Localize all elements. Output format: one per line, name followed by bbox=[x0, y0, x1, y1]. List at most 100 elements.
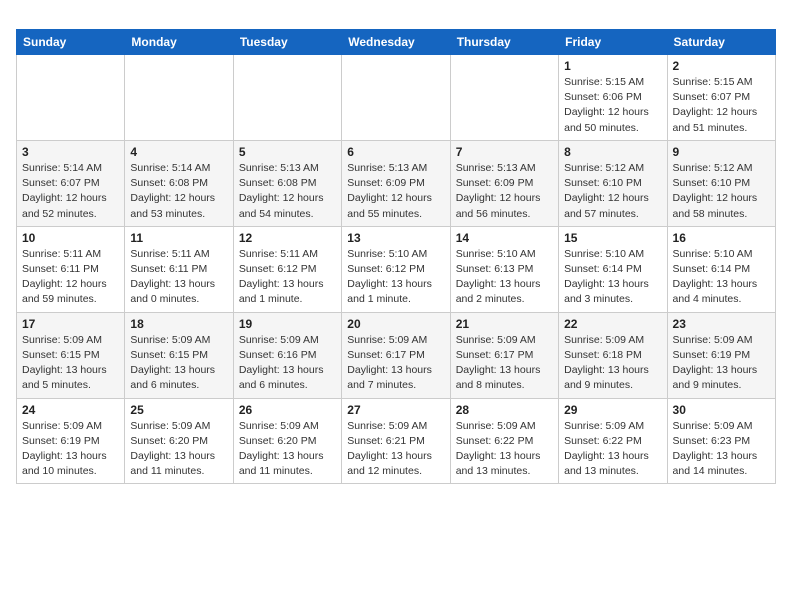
calendar-cell: 14 Sunrise: 5:10 AM Sunset: 6:13 PM Dayli… bbox=[450, 226, 558, 312]
day-number: 13 bbox=[347, 231, 444, 245]
page-header bbox=[16, 16, 776, 21]
day-number: 5 bbox=[239, 145, 336, 159]
day-number: 22 bbox=[564, 317, 661, 331]
weekday-header-row: SundayMondayTuesdayWednesdayThursdayFrid… bbox=[17, 30, 776, 55]
calendar-cell: 17 Sunrise: 5:09 AM Sunset: 6:15 PM Dayli… bbox=[17, 312, 125, 398]
weekday-header-cell: Thursday bbox=[450, 30, 558, 55]
day-info: Sunrise: 5:09 AM Sunset: 6:17 PM Dayligh… bbox=[347, 333, 444, 394]
calendar-cell: 11 Sunrise: 5:11 AM Sunset: 6:11 PM Dayli… bbox=[125, 226, 233, 312]
calendar-cell: 30 Sunrise: 5:09 AM Sunset: 6:23 PM Dayli… bbox=[667, 398, 775, 484]
calendar-cell bbox=[342, 55, 450, 141]
day-number: 17 bbox=[22, 317, 119, 331]
calendar-cell: 23 Sunrise: 5:09 AM Sunset: 6:19 PM Dayli… bbox=[667, 312, 775, 398]
day-info: Sunrise: 5:09 AM Sunset: 6:19 PM Dayligh… bbox=[22, 419, 119, 480]
day-number: 14 bbox=[456, 231, 553, 245]
calendar-body: 1 Sunrise: 5:15 AM Sunset: 6:06 PM Daylig… bbox=[17, 55, 776, 484]
calendar-cell: 1 Sunrise: 5:15 AM Sunset: 6:06 PM Daylig… bbox=[559, 55, 667, 141]
day-info: Sunrise: 5:09 AM Sunset: 6:20 PM Dayligh… bbox=[239, 419, 336, 480]
day-number: 30 bbox=[673, 403, 770, 417]
day-number: 28 bbox=[456, 403, 553, 417]
day-number: 3 bbox=[22, 145, 119, 159]
day-info: Sunrise: 5:09 AM Sunset: 6:20 PM Dayligh… bbox=[130, 419, 227, 480]
day-number: 29 bbox=[564, 403, 661, 417]
day-number: 23 bbox=[673, 317, 770, 331]
calendar-week-row: 17 Sunrise: 5:09 AM Sunset: 6:15 PM Dayli… bbox=[17, 312, 776, 398]
calendar-cell: 6 Sunrise: 5:13 AM Sunset: 6:09 PM Daylig… bbox=[342, 140, 450, 226]
calendar-cell: 20 Sunrise: 5:09 AM Sunset: 6:17 PM Dayli… bbox=[342, 312, 450, 398]
day-number: 19 bbox=[239, 317, 336, 331]
calendar-cell: 26 Sunrise: 5:09 AM Sunset: 6:20 PM Dayli… bbox=[233, 398, 341, 484]
calendar-cell: 10 Sunrise: 5:11 AM Sunset: 6:11 PM Dayli… bbox=[17, 226, 125, 312]
weekday-header-cell: Tuesday bbox=[233, 30, 341, 55]
day-info: Sunrise: 5:11 AM Sunset: 6:11 PM Dayligh… bbox=[130, 247, 227, 308]
calendar-cell bbox=[125, 55, 233, 141]
day-info: Sunrise: 5:13 AM Sunset: 6:08 PM Dayligh… bbox=[239, 161, 336, 222]
weekday-header-cell: Sunday bbox=[17, 30, 125, 55]
day-info: Sunrise: 5:10 AM Sunset: 6:14 PM Dayligh… bbox=[564, 247, 661, 308]
weekday-header-cell: Friday bbox=[559, 30, 667, 55]
day-info: Sunrise: 5:10 AM Sunset: 6:14 PM Dayligh… bbox=[673, 247, 770, 308]
day-number: 26 bbox=[239, 403, 336, 417]
day-info: Sunrise: 5:09 AM Sunset: 6:17 PM Dayligh… bbox=[456, 333, 553, 394]
day-info: Sunrise: 5:13 AM Sunset: 6:09 PM Dayligh… bbox=[456, 161, 553, 222]
calendar-cell: 22 Sunrise: 5:09 AM Sunset: 6:18 PM Dayli… bbox=[559, 312, 667, 398]
day-number: 9 bbox=[673, 145, 770, 159]
day-info: Sunrise: 5:10 AM Sunset: 6:13 PM Dayligh… bbox=[456, 247, 553, 308]
day-number: 18 bbox=[130, 317, 227, 331]
calendar-cell: 28 Sunrise: 5:09 AM Sunset: 6:22 PM Dayli… bbox=[450, 398, 558, 484]
calendar-week-row: 24 Sunrise: 5:09 AM Sunset: 6:19 PM Dayli… bbox=[17, 398, 776, 484]
calendar-cell: 19Sunrise: 5:09 AM Sunset: 6:16 PM Dayli… bbox=[233, 312, 341, 398]
calendar-cell bbox=[17, 55, 125, 141]
day-number: 1 bbox=[564, 59, 661, 73]
calendar-week-row: 10 Sunrise: 5:11 AM Sunset: 6:11 PM Dayli… bbox=[17, 226, 776, 312]
day-info: Sunrise: 5:13 AM Sunset: 6:09 PM Dayligh… bbox=[347, 161, 444, 222]
calendar-cell: 21 Sunrise: 5:09 AM Sunset: 6:17 PM Dayli… bbox=[450, 312, 558, 398]
calendar-cell: 29 Sunrise: 5:09 AM Sunset: 6:22 PM Dayli… bbox=[559, 398, 667, 484]
day-info: Sunrise: 5:09 AM Sunset: 6:19 PM Dayligh… bbox=[673, 333, 770, 394]
day-info: Sunrise: 5:09 AM Sunset: 6:23 PM Dayligh… bbox=[673, 419, 770, 480]
day-info: Sunrise: 5:14 AM Sunset: 6:08 PM Dayligh… bbox=[130, 161, 227, 222]
calendar-cell bbox=[233, 55, 341, 141]
day-info: Sunrise: 5:11 AM Sunset: 6:12 PM Dayligh… bbox=[239, 247, 336, 308]
day-number: 8 bbox=[564, 145, 661, 159]
calendar-cell: 2Sunrise: 5:15 AM Sunset: 6:07 PM Daylig… bbox=[667, 55, 775, 141]
day-number: 4 bbox=[130, 145, 227, 159]
calendar-cell: 15 Sunrise: 5:10 AM Sunset: 6:14 PM Dayli… bbox=[559, 226, 667, 312]
day-info: Sunrise: 5:14 AM Sunset: 6:07 PM Dayligh… bbox=[22, 161, 119, 222]
day-info: Sunrise: 5:15 AM Sunset: 6:06 PM Dayligh… bbox=[564, 75, 661, 136]
day-number: 15 bbox=[564, 231, 661, 245]
day-number: 6 bbox=[347, 145, 444, 159]
calendar-week-row: 1 Sunrise: 5:15 AM Sunset: 6:06 PM Daylig… bbox=[17, 55, 776, 141]
calendar-cell: 9Sunrise: 5:12 AM Sunset: 6:10 PM Daylig… bbox=[667, 140, 775, 226]
calendar-cell: 27 Sunrise: 5:09 AM Sunset: 6:21 PM Dayli… bbox=[342, 398, 450, 484]
day-info: Sunrise: 5:09 AM Sunset: 6:18 PM Dayligh… bbox=[564, 333, 661, 394]
day-number: 21 bbox=[456, 317, 553, 331]
day-number: 25 bbox=[130, 403, 227, 417]
day-number: 20 bbox=[347, 317, 444, 331]
calendar-cell: 3 Sunrise: 5:14 AM Sunset: 6:07 PM Daylig… bbox=[17, 140, 125, 226]
calendar-cell: 7Sunrise: 5:13 AM Sunset: 6:09 PM Daylig… bbox=[450, 140, 558, 226]
calendar-cell: 18 Sunrise: 5:09 AM Sunset: 6:15 PM Dayli… bbox=[125, 312, 233, 398]
day-number: 27 bbox=[347, 403, 444, 417]
day-number: 12 bbox=[239, 231, 336, 245]
calendar-table: SundayMondayTuesdayWednesdayThursdayFrid… bbox=[16, 29, 776, 484]
calendar-cell: 25 Sunrise: 5:09 AM Sunset: 6:20 PM Dayli… bbox=[125, 398, 233, 484]
weekday-header-cell: Wednesday bbox=[342, 30, 450, 55]
weekday-header-cell: Saturday bbox=[667, 30, 775, 55]
day-info: Sunrise: 5:09 AM Sunset: 6:22 PM Dayligh… bbox=[456, 419, 553, 480]
calendar-cell: 24 Sunrise: 5:09 AM Sunset: 6:19 PM Dayli… bbox=[17, 398, 125, 484]
calendar-cell: 16 Sunrise: 5:10 AM Sunset: 6:14 PM Dayli… bbox=[667, 226, 775, 312]
calendar-cell: 13Sunrise: 5:10 AM Sunset: 6:12 PM Dayli… bbox=[342, 226, 450, 312]
day-info: Sunrise: 5:09 AM Sunset: 6:15 PM Dayligh… bbox=[130, 333, 227, 394]
day-number: 10 bbox=[22, 231, 119, 245]
day-info: Sunrise: 5:15 AM Sunset: 6:07 PM Dayligh… bbox=[673, 75, 770, 136]
day-info: Sunrise: 5:11 AM Sunset: 6:11 PM Dayligh… bbox=[22, 247, 119, 308]
day-number: 11 bbox=[130, 231, 227, 245]
calendar-cell: 4 Sunrise: 5:14 AM Sunset: 6:08 PM Daylig… bbox=[125, 140, 233, 226]
calendar-cell: 5 Sunrise: 5:13 AM Sunset: 6:08 PM Daylig… bbox=[233, 140, 341, 226]
day-number: 16 bbox=[673, 231, 770, 245]
day-info: Sunrise: 5:09 AM Sunset: 6:21 PM Dayligh… bbox=[347, 419, 444, 480]
day-info: Sunrise: 5:09 AM Sunset: 6:22 PM Dayligh… bbox=[564, 419, 661, 480]
day-info: Sunrise: 5:09 AM Sunset: 6:15 PM Dayligh… bbox=[22, 333, 119, 394]
day-number: 24 bbox=[22, 403, 119, 417]
